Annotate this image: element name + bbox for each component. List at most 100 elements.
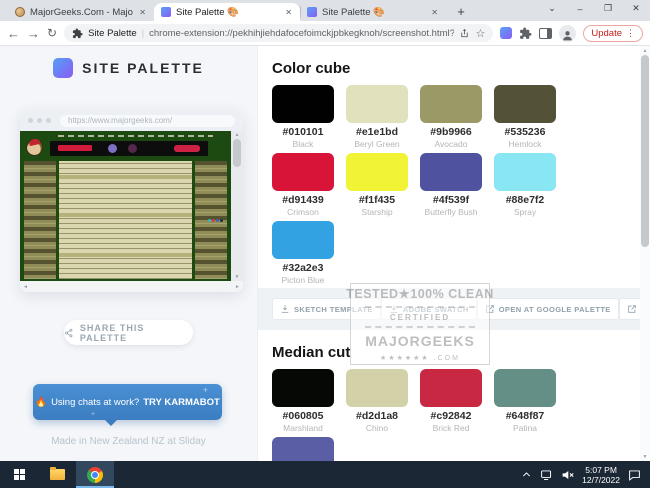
swatch-hex: #d2d1a8 xyxy=(346,410,408,422)
majorgeeks-favicon-icon xyxy=(15,7,25,17)
extension-page-icon xyxy=(72,28,83,39)
color-swatch[interactable] xyxy=(272,153,334,191)
site-palette-logo-icon xyxy=(53,58,73,78)
sparkle-icon: + xyxy=(91,411,95,418)
reload-icon[interactable]: ↻ xyxy=(47,27,57,39)
hidden-icons-chevron[interactable] xyxy=(521,470,532,479)
promo-question: Using chats at work? xyxy=(51,397,139,408)
tab-close-icon[interactable]: ✕ xyxy=(138,7,147,18)
profile-avatar[interactable] xyxy=(559,25,576,42)
adobe-swatch-button[interactable]: ADOBE SWATCH xyxy=(381,298,477,320)
share-palette-button[interactable]: SHARE THIS PALETTE xyxy=(64,320,193,345)
site-palette-extension-icon[interactable] xyxy=(500,27,512,39)
page-scroll-up-icon[interactable]: ▲ xyxy=(643,46,648,55)
swatch-name: Avocado xyxy=(420,139,482,149)
color-swatch[interactable] xyxy=(346,369,408,407)
external-link-icon xyxy=(485,304,495,314)
minimize-button[interactable]: – xyxy=(566,0,594,17)
new-tab-button[interactable]: + xyxy=(452,2,470,20)
action-label: ADOBE SWATCH xyxy=(403,305,469,314)
chrome-update-button[interactable]: Update ⋮ xyxy=(583,25,643,42)
close-button[interactable]: ✕ xyxy=(622,0,650,17)
site-palette-logo-text: SITE PALETTE xyxy=(82,60,204,76)
mini-nav-links xyxy=(58,135,213,137)
preview-vertical-scrollbar[interactable]: ▲ ▼ xyxy=(231,131,243,281)
address-divider: | xyxy=(142,28,144,39)
sliday-link[interactable]: Sliday xyxy=(179,436,206,447)
window-dot-icon xyxy=(37,118,42,123)
back-icon[interactable]: ← xyxy=(7,27,20,40)
sketch-template-button[interactable]: SKETCH TEMPLATE xyxy=(272,298,381,320)
browser-tab-2[interactable]: Site Palette 🎨✕ xyxy=(154,3,300,21)
taskbar-clock[interactable]: 5:07 PM 12/7/2022 xyxy=(582,465,620,485)
share-icon[interactable] xyxy=(459,28,470,39)
page-scroll-down-icon[interactable]: ▼ xyxy=(643,452,648,461)
color-swatch[interactable] xyxy=(420,369,482,407)
address-url[interactable]: chrome-extension://pekhihjiehdafocefoimc… xyxy=(149,28,454,39)
window-controls: ⌄ – ❐ ✕ xyxy=(538,0,650,17)
volume-muted-icon[interactable] xyxy=(561,469,574,481)
swatch-cell xyxy=(272,437,334,461)
swatch-cell: #648f87Patina xyxy=(494,369,556,433)
color-swatch[interactable] xyxy=(494,369,556,407)
network-icon[interactable] xyxy=(540,469,553,481)
mini-ad-art xyxy=(128,144,137,153)
forward-icon[interactable]: → xyxy=(27,27,40,40)
page-scrollbar[interactable]: ▲ ▼ xyxy=(640,46,650,461)
scrollbar-thumb[interactable] xyxy=(233,139,241,167)
color-swatch[interactable] xyxy=(420,85,482,123)
update-label: Update xyxy=(591,28,622,39)
preview-horizontal-scrollbar[interactable]: ◄ ► xyxy=(20,281,243,292)
mini-section-header xyxy=(59,253,192,257)
footer-text: Made in New Zealand NZ at xyxy=(51,436,176,447)
color-swatch[interactable] xyxy=(346,85,408,123)
extensions-puzzle-icon[interactable] xyxy=(519,27,532,40)
page-scrollbar-thumb[interactable] xyxy=(641,55,649,247)
swatch-name: Crimson xyxy=(272,207,334,217)
bookmark-star-icon[interactable]: ☆ xyxy=(475,27,485,40)
color-swatch[interactable] xyxy=(494,85,556,123)
browser-tab-1[interactable]: MajorGeeks.Com - MajorGeeks✕ xyxy=(8,3,154,21)
start-button[interactable] xyxy=(0,461,38,488)
swatch-name: Black xyxy=(272,139,334,149)
promo-cta[interactable]: TRY KARMABOT xyxy=(143,397,220,408)
restore-button[interactable]: ❐ xyxy=(594,0,622,17)
tab-search-chevron-icon[interactable]: ⌄ xyxy=(538,0,566,17)
tabs-container: MajorGeeks.Com - MajorGeeks✕Site Palette… xyxy=(8,0,446,21)
sparkle-icon: + xyxy=(203,385,208,395)
scroll-down-icon[interactable]: ▼ xyxy=(235,274,240,280)
swatch-cell: #88e7f2Spray xyxy=(494,153,556,217)
color-swatch[interactable] xyxy=(420,153,482,191)
footer-credit: Made in New Zealand NZ at Sliday xyxy=(0,436,257,447)
majorgeeks-screenshot[interactable] xyxy=(20,131,231,281)
palette-main-panel: Color cube #010101Black#e1e1bdBeryl Gree… xyxy=(258,46,650,461)
address-bar[interactable]: Site Palette | chrome-extension://pekhih… xyxy=(64,24,493,42)
window-dot-icon xyxy=(46,118,51,123)
color-swatch[interactable] xyxy=(272,85,334,123)
swatch-hex: #f1f435 xyxy=(346,194,408,206)
open-at-google-palette-button[interactable]: OPEN AT GOOGLE PALETTE xyxy=(477,298,619,320)
color-swatch[interactable] xyxy=(494,153,556,191)
color-swatch[interactable] xyxy=(346,153,408,191)
side-panel-icon[interactable] xyxy=(539,28,552,39)
swatch-cell: #4f539fButterfly Bush xyxy=(420,153,482,217)
swatch-cell: #c92842Brick Red xyxy=(420,369,482,433)
scroll-left-icon[interactable]: ◄ xyxy=(23,284,28,290)
scroll-right-icon[interactable]: ► xyxy=(235,284,240,290)
file-explorer-button[interactable] xyxy=(38,461,76,488)
color-swatch[interactable] xyxy=(272,369,334,407)
chrome-taskbar-button[interactable] xyxy=(76,461,114,488)
tab-close-icon[interactable]: ✕ xyxy=(284,7,293,18)
karmabot-promo-banner[interactable]: + + 🔥 Using chats at work? TRY KARMABOT xyxy=(33,384,222,420)
swatch-name: Hemlock xyxy=(494,139,556,149)
browser-tab-3[interactable]: Site Palette 🎨✕ xyxy=(300,3,446,21)
action-label: OPEN AT GOOGLE PALETTE xyxy=(499,305,611,314)
swatch-name: Butterfly Bush xyxy=(420,207,482,217)
action-center-icon[interactable] xyxy=(628,469,641,481)
swatch-name: Patina xyxy=(494,423,556,433)
scroll-up-icon[interactable]: ▲ xyxy=(235,132,240,138)
color-swatch[interactable] xyxy=(272,221,334,259)
color-swatch[interactable] xyxy=(272,437,334,461)
browser-toolbar: ← → ↻ Site Palette | chrome-extension://… xyxy=(0,21,650,46)
tab-close-icon[interactable]: ✕ xyxy=(430,7,439,18)
